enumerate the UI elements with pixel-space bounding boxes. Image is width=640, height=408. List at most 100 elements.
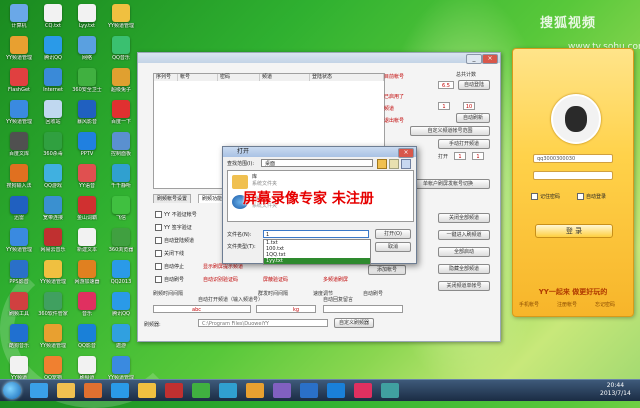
desktop-icon[interactable]: 网易云音乐 [36,228,70,253]
desktop-icon[interactable]: 腾讯QQ [104,292,138,317]
desktop-icon[interactable]: Internet [36,68,70,93]
desktop-icon[interactable]: 超级兔子 [104,68,138,93]
register-link[interactable]: 注册帐号 [557,301,577,308]
add-account-button[interactable]: 添加帐号 [368,265,406,275]
check-close-offline[interactable]: 关闭下线 [155,250,184,257]
yy-app-icon[interactable] [246,383,264,398]
option-auto-captcha[interactable]: 自动识别验证码 [203,276,238,283]
close-button[interactable]: × [482,54,498,64]
auto-login-check[interactable]: 自动登录 [577,193,606,200]
desktop-icon[interactable]: 搜狗输入法 [2,164,36,189]
forgot-password-link[interactable]: 忘记密码 [595,301,615,308]
minimize-button[interactable]: _ [466,54,482,64]
qq-promo-banner[interactable]: YY一起来 做更好玩的 [523,287,623,297]
desktop-icon[interactable]: 酷狗音乐 [2,324,36,349]
desktop-icon[interactable]: 360软件管家 [36,292,70,317]
desktop-icon[interactable]: 控制面板 [104,132,138,157]
desktop-icon[interactable]: 360杀毒 [36,132,70,157]
dialog-close-button[interactable]: × [398,148,414,158]
manual-open-button[interactable]: 手动打开频道 [438,139,490,149]
spin-field-3[interactable]: 1 [454,152,466,160]
desktop-icon[interactable]: QQ宠物 [36,356,70,381]
speed-input[interactable]: kg [256,305,316,313]
desktop-icon[interactable]: 360安全卫士 [70,68,104,93]
internet-explorer-icon[interactable] [30,383,48,398]
ie-icon[interactable] [327,383,345,398]
remember-password-check[interactable]: 记住密码 [531,193,560,200]
media-player-icon[interactable] [84,383,102,398]
filename-suggestions[interactable]: 1.txt 100.txt 1QQ.txt 1yy.txt [263,239,371,265]
desktop-icon[interactable]: 百度一下 [104,100,138,125]
check-no-verify[interactable]: YY 不验证帐号 [155,211,197,218]
desktop-icon[interactable]: YY频道管理 [36,260,70,285]
yy-icon[interactable] [138,383,156,398]
dialog-titlebar[interactable]: 打开 × [223,147,416,158]
browser-icon[interactable] [219,383,237,398]
desktop-icon[interactable]: 360浏览器 [104,228,138,253]
qq-login-button[interactable]: 登 录 [535,224,613,238]
col-header-status[interactable]: 登陆状态 [310,74,384,81]
desktop-icon[interactable]: YY语音 [70,164,104,189]
library-folder-icon[interactable] [232,175,248,189]
desktop-icon[interactable]: FlashGet [2,68,36,93]
close-all-channels-button[interactable]: 关闭全部频道 [438,213,490,223]
desktop-icon[interactable]: 回收站 [36,100,70,125]
up-folder-icon[interactable] [377,159,387,169]
desktop-icon[interactable]: QQ2013 [104,260,138,285]
music-icon[interactable] [354,383,372,398]
recorder-icon[interactable] [165,383,183,398]
desktop-icon[interactable]: YY频道管理 [2,36,36,61]
desktop-icon[interactable]: 金山词霸 [70,196,104,221]
auto-refresh-button[interactable]: 自动刷新 [456,113,490,123]
start-button[interactable] [3,382,21,399]
desktop-icon[interactable]: PPTV [70,132,104,157]
custom-range-button[interactable]: 自定义频道帐号范围 [410,126,490,136]
desktop-icon[interactable]: 暴风影音 [70,100,104,125]
chat-icon[interactable] [300,383,318,398]
check-sign-verify[interactable]: YY 签字验证 [155,224,192,231]
desktop-icon[interactable]: Lyy.txt [70,4,104,29]
desktop-icon[interactable]: 计算机 [2,4,36,29]
app-icon[interactable] [381,383,399,398]
auto-login-button[interactable]: 自动登陆 [458,80,490,90]
desktop-icon[interactable]: YY频道管理 [2,100,36,125]
qq-account-input[interactable]: qq3000300030 [533,154,613,163]
one-key-enter-button[interactable]: 一键进入刷频道 [438,230,490,240]
desktop-icon[interactable]: QQ音乐 [104,36,138,61]
avatar[interactable] [551,94,601,144]
desktop-icon[interactable]: 千千静听 [104,164,138,189]
tab-account-settings[interactable]: 刷频帐号设置 [153,194,192,203]
option-multi-channel[interactable]: 多频道刷屏 [323,276,348,283]
new-folder-icon[interactable] [389,159,399,169]
multi-account-switch-button[interactable]: 单帐户刷屏发帐号切换 [406,179,490,189]
option-show-tip[interactable]: 显示刷屏提示频道 [203,263,243,270]
desktop-icon[interactable]: YY频道管理 [104,4,138,29]
desktop-icon[interactable]: 新建文本 [70,228,104,253]
desktop-icon[interactable]: QQ影音 [70,324,104,349]
auto-reply-input[interactable] [323,305,403,313]
system-clock[interactable]: 20:44 2013/7/14 [600,382,631,398]
col-header-serial[interactable]: 序列号 [154,74,178,81]
game-icon[interactable] [192,383,210,398]
desktop-icon[interactable]: 网络 [70,36,104,61]
channel-input[interactable]: abc [153,305,251,313]
spin-field-4[interactable]: 1 [472,152,484,160]
desktop-icon[interactable]: YY频道管理 [104,356,138,381]
check-auto-login-channel[interactable]: 自动登陆频道 [155,237,194,244]
col-header-channel[interactable]: 频道 [260,74,310,81]
main-window-titlebar[interactable]: _ × [138,53,500,64]
desktop-icon[interactable]: 百度文库 [2,132,36,157]
desktop-icon[interactable]: 宽带连接 [36,196,70,221]
close-single-account-button[interactable]: 关闭频道单帐号 [438,281,490,291]
col-header-account[interactable]: 帐号 [178,74,218,81]
col-header-password[interactable]: 密码 [218,74,260,81]
option-block-captcha[interactable]: 屏蔽验证码 [263,276,288,283]
desktop-icon[interactable]: 迅雷 [2,196,36,221]
tool-icon[interactable] [273,383,291,398]
desktop-icon[interactable]: 遨游 [104,324,138,349]
custom-refresher-button[interactable]: 自定义刷频器 [334,318,374,328]
dialog-open-button[interactable]: 打开(O) [375,229,411,239]
hide-all-button[interactable]: 隐藏全部频道 [438,264,490,274]
check-auto-stop[interactable]: 自动停止 [155,263,184,270]
check-auto-refresh[interactable]: 自动刷号 [155,276,184,283]
